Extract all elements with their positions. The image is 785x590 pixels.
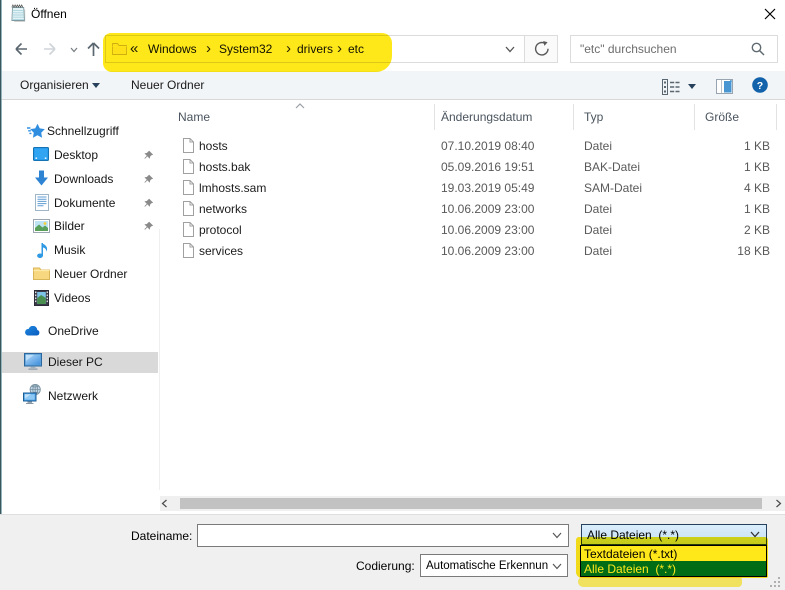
- svg-text:?: ?: [757, 80, 763, 92]
